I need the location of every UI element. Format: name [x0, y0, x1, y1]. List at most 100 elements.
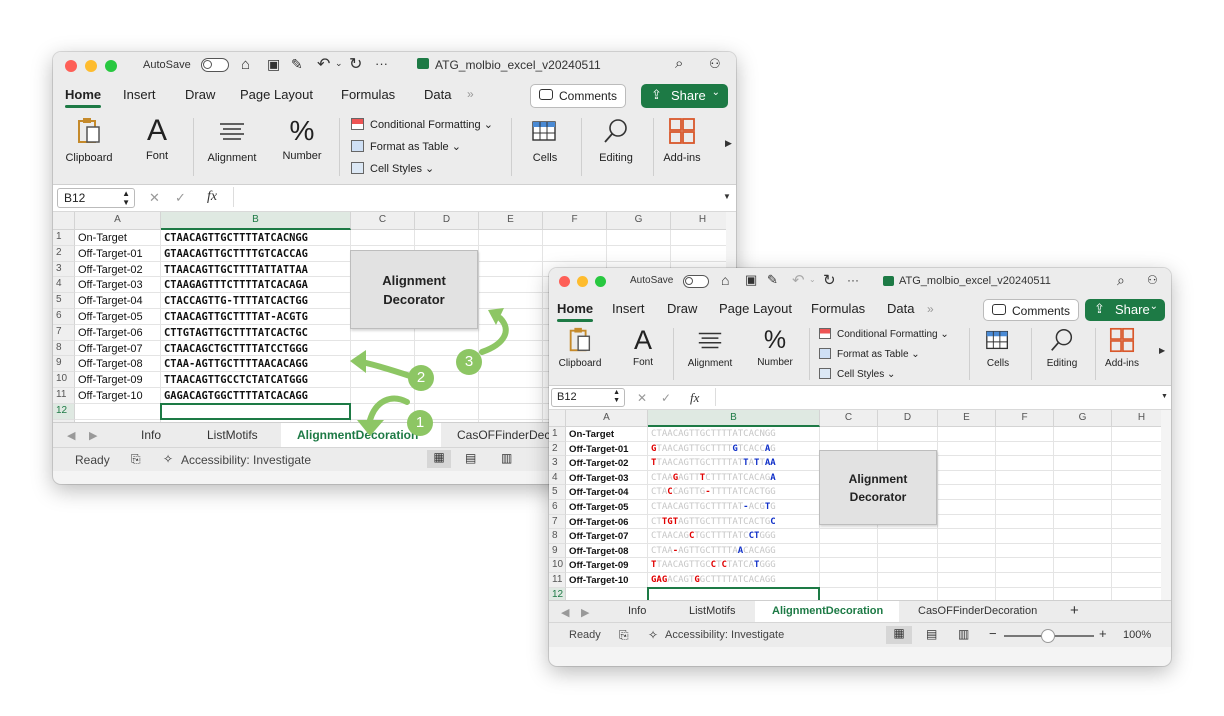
sheet-tab-info[interactable]: Info [628, 605, 646, 617]
fx-icon[interactable]: fx [207, 189, 217, 205]
target-label-cell[interactable]: Off-Target-06 [78, 327, 143, 339]
sequence-cell[interactable]: CTAA-AGTTGCTTTTAACACAGG [651, 546, 776, 556]
cells-group[interactable]: Cells [975, 326, 1021, 369]
ribbon-scroll-icon[interactable]: ▶ [725, 138, 732, 149]
sequence-cell[interactable]: CTAACAGTTGCTTTTAT-ACGTG [651, 502, 776, 512]
sequence-cell[interactable]: CTTGTAGTTGCTTTTATCACTGC [164, 327, 308, 339]
sequence-cell[interactable]: CTACCAGTTG-TTTTATCACTGG [651, 487, 776, 497]
tab-home[interactable]: Home [557, 301, 594, 322]
chevron-down-icon[interactable]: ⌄ [809, 275, 816, 284]
row-header[interactable]: 2 [53, 245, 75, 262]
target-label-cell[interactable]: Off-Target-04 [569, 487, 629, 498]
save-icon[interactable]: ▣ [745, 272, 757, 288]
enter-icon[interactable]: ✓ [175, 190, 186, 206]
sheet-tab-casoffinderdecoration[interactable]: CasOFFinderDecoration [918, 605, 1037, 617]
column-header[interactable]: B [161, 212, 351, 230]
sequence-cell[interactable]: CTTGTAGTTGCTTTTATCACTGC [651, 517, 776, 527]
row-header[interactable]: 1 [53, 230, 75, 246]
row-header[interactable]: 12 [549, 587, 566, 600]
sequence-cell[interactable]: GAGACAGTGGCTTTTATCACAGG [164, 390, 308, 402]
next-sheet-icon[interactable]: ▶ [89, 429, 97, 442]
alignment-group[interactable]: Alignment [201, 116, 263, 164]
sequence-cell[interactable]: CTAAGAGTTTCTTTTATCACAGA [651, 473, 776, 483]
row-header[interactable]: 3 [549, 456, 566, 471]
chevron-down-icon[interactable]: ▼ [1161, 393, 1168, 400]
column-header[interactable]: A [75, 212, 161, 230]
format-as-table-button[interactable]: Format as Table ⌄ [351, 140, 461, 153]
tab-insert[interactable]: Insert [123, 87, 156, 102]
zoom-out-icon[interactable]: − [989, 626, 997, 641]
tab-formulas[interactable]: Formulas [341, 87, 395, 102]
tab-home[interactable]: Home [65, 87, 102, 108]
number-group[interactable]: % Number [749, 324, 801, 368]
column-header[interactable]: F [543, 212, 607, 230]
page-layout-view-icon[interactable]: ▤ [926, 627, 937, 641]
more-tabs-icon[interactable]: » [467, 87, 474, 101]
autosave-toggle[interactable] [201, 58, 229, 72]
share-button[interactable]: ⇪ Share ⌄ [641, 84, 728, 108]
target-label-cell[interactable]: Off-Target-09 [78, 374, 143, 386]
row-header[interactable]: 7 [53, 324, 75, 341]
share-people-icon[interactable]: ⚇ [1147, 273, 1158, 287]
ribbon-scroll-icon[interactable]: ▶ [1159, 346, 1165, 355]
column-header[interactable]: D [878, 410, 938, 427]
name-box[interactable]: B12 ▲ ▼ [551, 388, 625, 407]
more-icon[interactable]: ··· [375, 56, 388, 71]
column-header[interactable]: G [1054, 410, 1112, 427]
conditional-formatting-button[interactable]: Conditional Formatting ⌄ [819, 328, 949, 340]
target-label-cell[interactable]: Off-Target-07 [78, 343, 143, 355]
close-button[interactable] [65, 60, 77, 72]
save-as-icon[interactable]: ✎ [291, 56, 303, 73]
undo-icon[interactable]: ↶ [792, 271, 805, 289]
zoom-button[interactable] [105, 60, 117, 72]
sequence-cell[interactable]: CTAA-AGTTGCTTTTAACACAGG [164, 358, 308, 370]
target-label-cell[interactable]: Off-Target-04 [78, 295, 143, 307]
redo-icon[interactable]: ↻ [349, 54, 362, 74]
sequence-cell[interactable]: CTAACAGTTGCTTTTATCACNGG [651, 429, 776, 439]
sequence-cell[interactable]: GTAACAGTTGCTTTTGTCACCAG [651, 444, 776, 454]
share-people-icon[interactable]: ⚇ [709, 56, 721, 72]
row-header[interactable]: 3 [53, 261, 75, 278]
cancel-icon[interactable]: ✕ [637, 391, 647, 405]
cell-styles-button[interactable]: Cell Styles ⌄ [351, 162, 434, 175]
sheet-tab-alignmentdecoration[interactable]: AlignmentDecoration [772, 605, 883, 617]
add-sheet-icon[interactable]: + [1070, 602, 1079, 619]
target-label-cell[interactable]: Off-Target-06 [569, 517, 629, 528]
formula-input[interactable] [715, 388, 1155, 406]
row-header[interactable]: 7 [549, 514, 566, 530]
sequence-cell[interactable]: TTAACAGTTGCTTTTATTATTAA [651, 458, 776, 468]
fx-icon[interactable]: fx [690, 390, 699, 406]
target-label-cell[interactable]: Off-Target-05 [78, 311, 143, 323]
prev-sheet-icon[interactable]: ◀ [561, 606, 569, 619]
chevron-down-icon[interactable]: ⌄ [335, 58, 343, 69]
zoom-in-icon[interactable]: + [1099, 626, 1107, 641]
editing-group[interactable]: Editing [1037, 326, 1087, 369]
sequence-cell[interactable]: CTAACAGTTGCTTTTAT-ACGTG [164, 311, 308, 323]
normal-view-icon[interactable]: ▦ [886, 626, 912, 644]
comments-button[interactable]: Comments [530, 84, 627, 108]
home-icon[interactable]: ⌂ [241, 56, 250, 73]
target-label-cell[interactable]: Off-Target-08 [569, 546, 629, 557]
autosave-toggle[interactable] [683, 275, 709, 288]
target-label-cell[interactable]: Off-Target-02 [569, 458, 629, 469]
enter-icon[interactable]: ✓ [661, 391, 671, 405]
file-title[interactable]: ATG_molbio_excel_v20240511 [435, 58, 601, 72]
column-header[interactable]: F [996, 410, 1054, 427]
column-header[interactable]: G [607, 212, 671, 230]
sequence-cell[interactable]: CTACCAGTTG-TTTTATCACTGG [164, 295, 308, 307]
sheet-tab-alignmentdecoration[interactable]: AlignmentDecoration [297, 428, 418, 442]
chevron-down-icon[interactable]: ▼ [723, 192, 731, 201]
target-label-cell[interactable]: Off-Target-03 [78, 279, 143, 291]
search-icon[interactable]: ⌕ [1117, 272, 1125, 289]
column-header[interactable]: C [351, 212, 415, 230]
zoom-slider-thumb[interactable] [1041, 629, 1055, 643]
sheet-tab-listmotifs[interactable]: ListMotifs [689, 605, 735, 617]
row-header[interactable]: 8 [53, 340, 75, 357]
sequence-cell[interactable]: GAGACAGTGGCTTTTATCACAGG [651, 575, 776, 585]
normal-view-icon[interactable]: ▦ [427, 450, 451, 468]
row-header[interactable]: 11 [549, 573, 566, 588]
target-label-cell[interactable]: On-Target [569, 429, 614, 440]
next-sheet-icon[interactable]: ▶ [581, 606, 589, 619]
alignment-decorator-button[interactable]: Alignment Decorator [350, 250, 478, 329]
row-header[interactable]: 10 [53, 372, 75, 388]
